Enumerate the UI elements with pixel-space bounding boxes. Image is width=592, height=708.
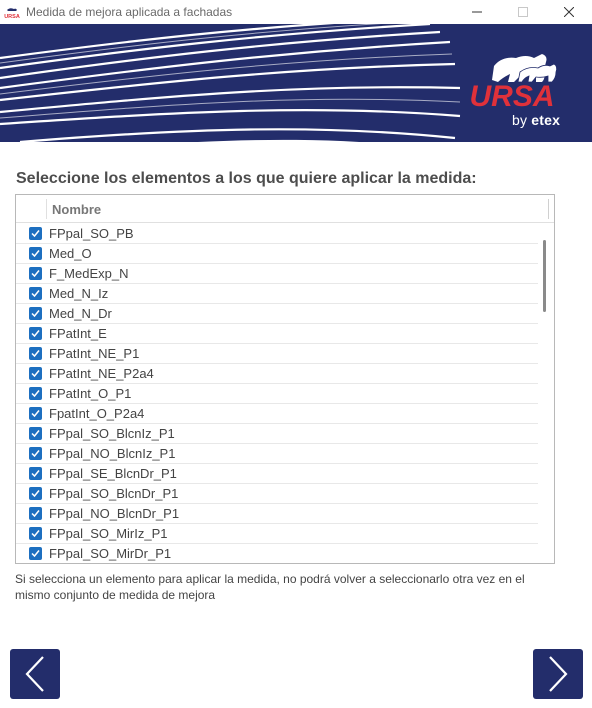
item-checkbox[interactable] xyxy=(29,527,42,540)
item-label: FPpal_SO_BlcnIz_P1 xyxy=(49,426,175,441)
header-banner: URSA by etex xyxy=(0,24,592,142)
close-button[interactable] xyxy=(546,0,592,24)
checkmark-icon xyxy=(31,370,40,378)
item-label: FpatInt_O_P2a4 xyxy=(49,406,145,421)
item-checkbox[interactable] xyxy=(29,447,42,460)
list-item[interactable]: Med_N_Dr xyxy=(16,304,538,324)
item-label: FPpal_SO_MirIz_P1 xyxy=(49,526,168,541)
chevron-right-icon xyxy=(549,656,568,692)
list-item[interactable]: FPatInt_E xyxy=(16,324,538,344)
item-checkbox[interactable] xyxy=(29,307,42,320)
item-checkbox[interactable] xyxy=(29,407,42,420)
header-separator xyxy=(46,199,47,219)
item-label: FPpal_SO_PB xyxy=(49,226,134,241)
checkmark-icon xyxy=(31,290,40,298)
maximize-button[interactable] xyxy=(500,0,546,24)
item-checkbox[interactable] xyxy=(29,267,42,280)
ursa-app-icon: URSA xyxy=(4,4,20,20)
item-checkbox[interactable] xyxy=(29,547,42,560)
item-checkbox[interactable] xyxy=(29,327,42,340)
polar-bears-icon: URSA xyxy=(469,54,558,112)
item-checkbox[interactable] xyxy=(29,467,42,480)
item-label: FPpal_NO_BlcnIz_P1 xyxy=(49,446,176,461)
item-label: Med_N_Iz xyxy=(49,286,109,301)
item-label: FPatInt_E xyxy=(49,326,107,341)
window-title: Medida de mejora aplicada a fachadas xyxy=(26,5,233,19)
elements-list[interactable]: Nombre FPpal_SO_PB Med_O F_MedExp_N Med_N_I… xyxy=(15,194,555,564)
item-label: FPpal_SO_BlcnDr_P1 xyxy=(49,486,179,501)
list-item[interactable]: FPpal_SO_MirIz_P1 xyxy=(16,524,538,544)
list-item[interactable]: FPatInt_NE_P1 xyxy=(16,344,538,364)
list-item[interactable]: Med_O xyxy=(16,244,538,264)
selection-note: Si selecciona un elemento para aplicar l… xyxy=(15,572,525,602)
etex-text: etex xyxy=(531,112,561,128)
list-item[interactable]: FPpal_SO_BlcnIz_P1 xyxy=(16,424,538,444)
item-label: F_MedExp_N xyxy=(49,266,129,281)
selection-heading: Seleccione los elementos a los que quier… xyxy=(16,170,477,187)
previous-button[interactable] xyxy=(10,649,60,699)
checkmark-icon xyxy=(31,310,40,318)
checkmark-icon xyxy=(31,410,40,418)
by-text: by xyxy=(512,112,528,128)
by-etex-label: by etex xyxy=(512,112,560,128)
item-checkbox[interactable] xyxy=(29,247,42,260)
ursa-logo-text: URSA xyxy=(469,80,554,112)
list-item[interactable]: FPatInt_O_P1 xyxy=(16,384,538,404)
checkmark-icon xyxy=(31,330,40,338)
list-item[interactable]: FPatInt_NE_P2a4 xyxy=(16,364,538,384)
checkmark-icon xyxy=(31,490,40,498)
maximize-icon xyxy=(518,7,528,17)
title-bar: URSA Medida de mejora aplicada a fachada… xyxy=(0,0,592,24)
item-checkbox[interactable] xyxy=(29,507,42,520)
item-label: Med_N_Dr xyxy=(49,306,112,321)
item-checkbox[interactable] xyxy=(29,487,42,500)
list-header: Nombre xyxy=(16,195,554,223)
item-label: FPatInt_NE_P2a4 xyxy=(49,366,154,381)
item-label: FPatInt_NE_P1 xyxy=(49,346,140,361)
checkmark-icon xyxy=(31,470,40,478)
item-checkbox[interactable] xyxy=(29,427,42,440)
checkmark-icon xyxy=(31,350,40,358)
item-label: FPpal_NO_BlcnDr_P1 xyxy=(49,506,180,521)
column-header-nombre[interactable]: Nombre xyxy=(52,202,101,217)
checkmark-icon xyxy=(31,230,40,238)
minimize-icon xyxy=(472,11,482,13)
item-checkbox[interactable] xyxy=(29,347,42,360)
close-icon xyxy=(564,7,574,17)
chevron-left-icon xyxy=(25,656,44,692)
checkmark-icon xyxy=(31,450,40,458)
checkmark-icon xyxy=(31,270,40,278)
header-separator xyxy=(548,199,549,219)
list-scrollbar[interactable] xyxy=(538,224,554,563)
item-label: FPatInt_O_P1 xyxy=(49,386,132,401)
checkmark-icon xyxy=(31,550,40,558)
list-item[interactable]: FPpal_NO_BlcnDr_P1 xyxy=(16,504,538,524)
scrollbar-thumb[interactable] xyxy=(543,240,546,312)
checkmark-icon xyxy=(31,530,40,538)
checkmark-icon xyxy=(31,390,40,398)
list-item[interactable]: Med_N_Iz xyxy=(16,284,538,304)
item-label: FPpal_SO_MirDr_P1 xyxy=(49,546,172,561)
item-label: Med_O xyxy=(49,246,92,261)
list-rows: FPpal_SO_PB Med_O F_MedExp_N Med_N_Iz Med_N_… xyxy=(16,224,538,563)
list-item[interactable]: FPpal_NO_BlcnIz_P1 xyxy=(16,444,538,464)
next-button[interactable] xyxy=(533,649,583,699)
checkmark-icon xyxy=(31,510,40,518)
list-item[interactable]: F_MedExp_N xyxy=(16,264,538,284)
item-label: FPpal_SE_BlcnDr_P1 xyxy=(49,466,177,481)
minimize-button[interactable] xyxy=(454,0,500,24)
list-item[interactable]: FPpal_SO_PB xyxy=(16,224,538,244)
list-item[interactable]: FPpal_SO_BlcnDr_P1 xyxy=(16,484,538,504)
ursa-logo: URSA by etex xyxy=(452,44,574,140)
item-checkbox[interactable] xyxy=(29,367,42,380)
item-checkbox[interactable] xyxy=(29,387,42,400)
list-item[interactable]: FPpal_SO_MirDr_P1 xyxy=(16,544,538,563)
item-checkbox[interactable] xyxy=(29,227,42,240)
checkmark-icon xyxy=(31,430,40,438)
app-icon-label: URSA xyxy=(4,14,20,20)
list-item[interactable]: FpatInt_O_P2a4 xyxy=(16,404,538,424)
item-checkbox[interactable] xyxy=(29,287,42,300)
checkmark-icon xyxy=(31,250,40,258)
list-item[interactable]: FPpal_SE_BlcnDr_P1 xyxy=(16,464,538,484)
